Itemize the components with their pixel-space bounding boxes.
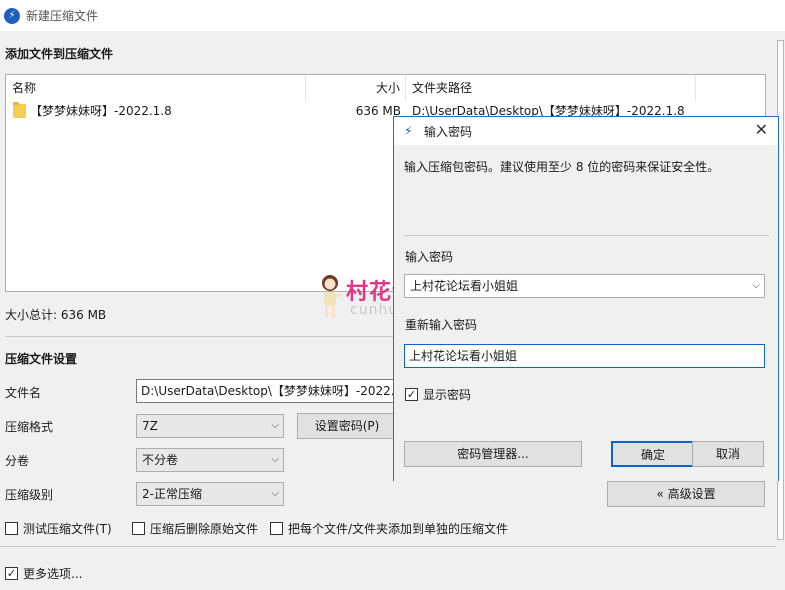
checkbox-box[interactable] (132, 522, 145, 535)
chevron-down-icon: ⌵ (271, 454, 279, 465)
dialog-description: 输入压缩包密码。建议使用至少 8 位的密码来保证安全性。 (404, 160, 720, 174)
column-header-path[interactable]: 文件夹路径 (406, 75, 696, 101)
separate-archives-label: 把每个文件/文件夹添加到单独的压缩文件 (288, 522, 509, 536)
set-password-button[interactable]: 设置密码(P) (297, 413, 397, 439)
confirm-password-label: 重新输入密码 (405, 318, 478, 332)
folder-icon (13, 102, 26, 118)
checkbox-box[interactable] (270, 522, 283, 535)
delete-original-label: 压缩后删除原始文件 (150, 522, 259, 536)
split-select[interactable]: 不分卷 ⌵ (136, 448, 284, 472)
filename-label: 文件名 (5, 386, 42, 400)
delete-original-checkbox[interactable]: 压缩后删除原始文件 (132, 520, 258, 537)
more-options-label: 更多选项... (23, 567, 83, 581)
level-select[interactable]: 2-正常压缩 ⌵ (136, 482, 284, 506)
main-titlebar: ⚡ 新建压缩文件 (0, 0, 785, 31)
show-password-checkbox[interactable]: ✓ 显示密码 (405, 386, 471, 403)
password-manager-button[interactable]: 密码管理器... (404, 441, 582, 467)
app-logo-icon: ⚡ (4, 7, 20, 24)
total-size: 大小总计: 636 MB (5, 308, 107, 322)
chevron-down-icon[interactable]: ⌵ (752, 275, 760, 297)
close-icon[interactable]: ✕ (755, 120, 768, 139)
password-dialog: ⚡ 输入密码 ✕ 输入压缩包密码。建议使用至少 8 位的密码来保证安全性。 输入… (393, 116, 779, 481)
password-label: 输入密码 (405, 250, 454, 264)
format-label: 压缩格式 (5, 420, 54, 434)
chevron-down-icon: ⌵ (271, 420, 279, 431)
dialog-titlebar: ⚡ 输入密码 ✕ (394, 117, 778, 145)
filename-input[interactable]: D:\UserData\Desktop\【梦梦妹妹呀】-2022.1.8.7z (136, 379, 396, 403)
show-password-label: 显示密码 (423, 388, 472, 402)
add-section-title: 添加文件到压缩文件 (5, 47, 114, 61)
test-archive-label: 测试压缩文件(T) (23, 522, 112, 536)
divider (0, 546, 776, 547)
format-value: 7Z (142, 419, 158, 433)
format-select[interactable]: 7Z ⌵ (136, 414, 284, 438)
chevron-down-icon: ⌵ (271, 488, 279, 499)
watermark-girl-icon (322, 275, 342, 318)
split-value: 不分卷 (142, 453, 179, 467)
checkmark-icon[interactable]: ✓ (5, 567, 18, 580)
divider (404, 235, 769, 236)
advanced-settings-button[interactable]: « 高级设置 (607, 481, 765, 507)
ok-button[interactable]: 确定 (611, 441, 695, 467)
app-logo-icon: ⚡ (404, 124, 413, 138)
more-options-checkbox[interactable]: ✓ 更多选项... (5, 565, 82, 582)
file-name: 【梦梦妹妹呀】-2022.1.8 (30, 104, 172, 118)
main-window-title: 新建压缩文件 (26, 9, 99, 23)
separate-archives-checkbox[interactable]: 把每个文件/文件夹添加到单独的压缩文件 (270, 520, 508, 537)
checkmark-icon[interactable]: ✓ (405, 388, 418, 401)
settings-section-title: 压缩文件设置 (5, 352, 78, 366)
level-label: 压缩级别 (5, 488, 54, 502)
confirm-password-input[interactable]: 上村花论坛看小姐姐 (404, 344, 765, 368)
cancel-button[interactable]: 取消 (692, 441, 764, 467)
checkbox-box[interactable] (5, 522, 18, 535)
test-archive-checkbox[interactable]: 测试压缩文件(T) (5, 520, 112, 537)
dialog-button-bar: 密码管理器... 确定 取消 (394, 427, 778, 481)
password-value: 上村花论坛看小姐姐 (410, 279, 519, 293)
column-header-name[interactable]: 名称 (6, 75, 306, 101)
dialog-title: 输入密码 (424, 125, 473, 139)
level-value: 2-正常压缩 (142, 487, 202, 501)
column-header-size[interactable]: 大小 (306, 75, 406, 101)
file-size: 636 MB (355, 104, 401, 118)
split-label: 分卷 (5, 454, 30, 468)
password-input[interactable]: 上村花论坛看小姐姐 ⌵ (404, 274, 765, 298)
